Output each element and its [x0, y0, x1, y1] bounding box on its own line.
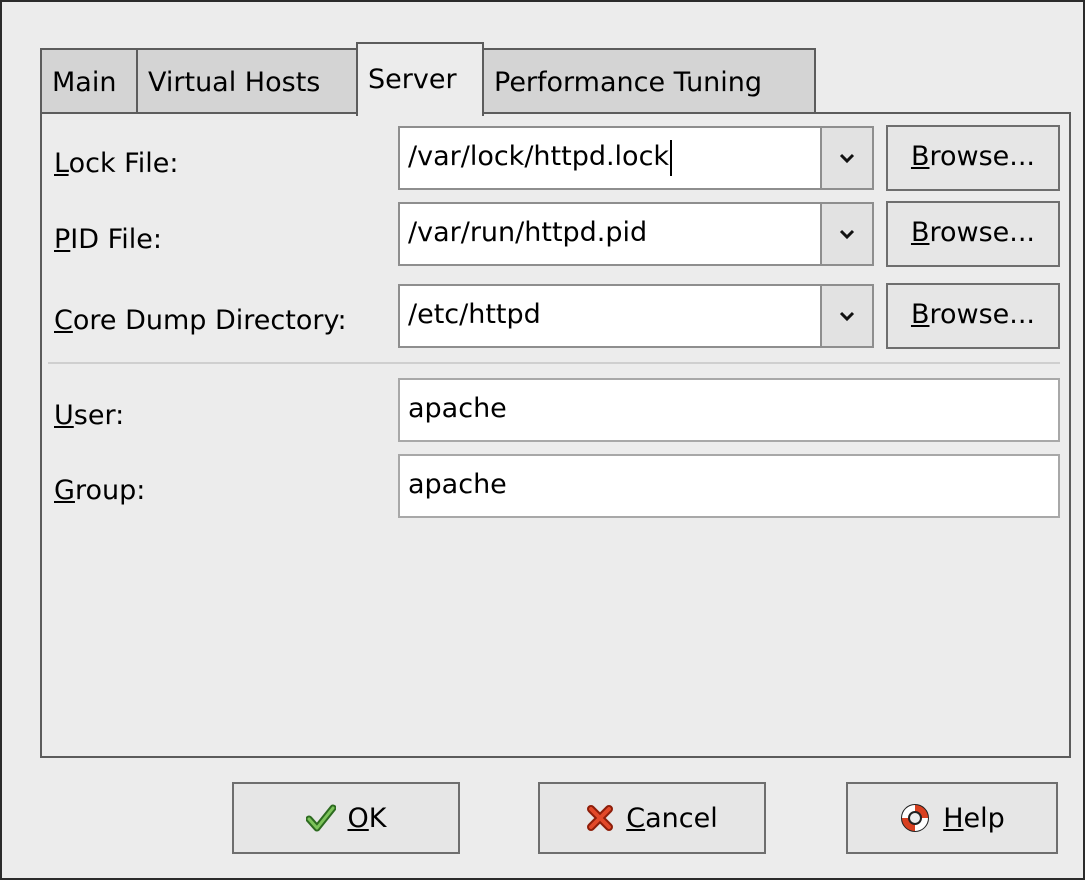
group-value: apache	[408, 469, 507, 500]
pid-file-browse-button[interactable]: Browse...	[886, 201, 1060, 267]
ok-label-text: K	[368, 802, 387, 834]
cancel-mnemonic: C	[626, 802, 646, 834]
checkmark-icon	[305, 804, 336, 832]
pid-file-field[interactable]: /var/run/httpd.pid	[398, 202, 822, 266]
user-mnemonic: U	[54, 400, 74, 431]
separator	[48, 362, 1060, 364]
browse-mnemonic: B	[910, 217, 930, 248]
ok-button[interactable]: OK	[232, 782, 460, 854]
lock-file-dropdown-button[interactable]	[820, 126, 874, 190]
text-cursor	[670, 139, 673, 176]
chevron-down-icon	[839, 310, 855, 322]
pid-file-label-text: ID File:	[70, 224, 162, 255]
tab-main[interactable]: Main	[40, 48, 138, 114]
ok-mnemonic: O	[347, 802, 369, 834]
tab-performance-tuning[interactable]: Performance Tuning	[482, 48, 816, 114]
lock-file-field[interactable]: /var/lock/httpd.lock	[398, 126, 822, 190]
help-label: Help	[943, 803, 1005, 834]
server-tab-panel: Lock File: /var/lock/httpd.lock Browse..…	[40, 112, 1071, 758]
x-icon	[586, 804, 614, 832]
user-value: apache	[408, 393, 507, 424]
browse-label: rowse...	[929, 299, 1036, 330]
dialog-window: Main Virtual Hosts Server Performance Tu…	[0, 0, 1085, 880]
browse-label: rowse...	[929, 217, 1036, 248]
cancel-label: Cancel	[626, 803, 717, 834]
user-label-text: ser:	[73, 400, 125, 431]
core-dump-directory-field[interactable]: /etc/httpd	[398, 284, 822, 348]
browse-mnemonic: B	[910, 141, 930, 172]
group-field[interactable]: apache	[398, 454, 1060, 518]
lock-file-label: Lock File:	[54, 149, 178, 179]
lock-file-browse-button[interactable]: Browse...	[886, 125, 1060, 191]
core-dump-directory-label: Core Dump Directory:	[54, 306, 347, 336]
group-label-text: roup:	[74, 475, 146, 506]
cancel-button[interactable]: Cancel	[538, 782, 766, 854]
core-dump-mnemonic: C	[54, 305, 73, 336]
pid-file-label: PID File:	[54, 225, 162, 255]
core-dump-browse-button[interactable]: Browse...	[886, 283, 1060, 349]
help-mnemonic: H	[943, 802, 964, 834]
pid-file-dropdown-button[interactable]	[820, 202, 874, 266]
help-label-text: elp	[963, 802, 1005, 834]
lock-file-label-text: ock File:	[68, 148, 179, 179]
lock-file-mnemonic: L	[54, 148, 69, 179]
core-dump-label-text: ore Dump Directory:	[72, 305, 347, 336]
group-label: Group:	[54, 476, 145, 506]
help-button[interactable]: Help	[846, 782, 1058, 854]
tab-server[interactable]: Server	[356, 42, 484, 116]
browse-mnemonic: B	[910, 299, 930, 330]
ok-label: OK	[348, 803, 387, 834]
cancel-label-text: ancel	[645, 802, 718, 834]
pid-file-mnemonic: P	[54, 224, 71, 255]
chevron-down-icon	[839, 152, 855, 164]
lifebuoy-icon	[899, 802, 931, 834]
user-field[interactable]: apache	[398, 378, 1060, 442]
core-dump-dropdown-button[interactable]	[820, 284, 874, 348]
core-dump-value: /etc/httpd	[408, 299, 541, 330]
browse-label: rowse...	[929, 141, 1036, 172]
tab-virtual-hosts[interactable]: Virtual Hosts	[136, 48, 358, 114]
chevron-down-icon	[839, 228, 855, 240]
group-mnemonic: G	[54, 475, 75, 506]
pid-file-value: /var/run/httpd.pid	[408, 217, 648, 248]
user-label: User:	[54, 401, 124, 431]
lock-file-value: /var/lock/httpd.lock	[408, 141, 670, 172]
